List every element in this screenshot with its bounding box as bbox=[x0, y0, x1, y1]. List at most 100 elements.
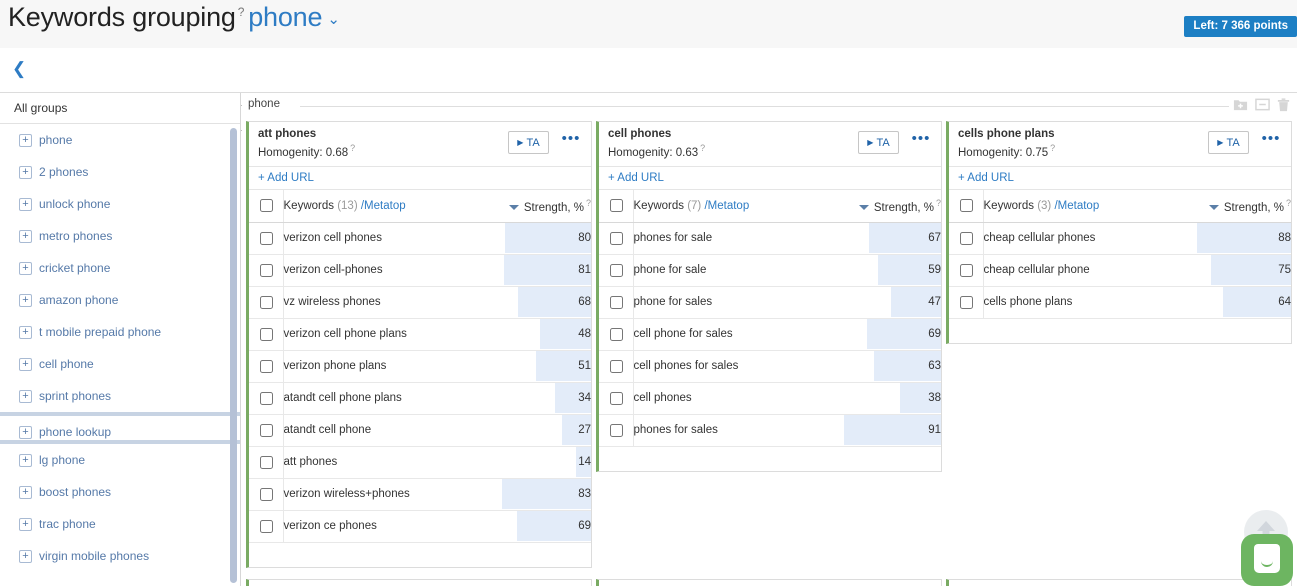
metatop-link[interactable]: /Metatop bbox=[704, 200, 749, 212]
expand-icon[interactable]: + bbox=[19, 230, 32, 244]
expand-icon[interactable]: + bbox=[19, 134, 32, 148]
sidebar-item-cell-phone[interactable]: + cell phone bbox=[0, 348, 240, 380]
table-row[interactable]: cheap cellular phone 75 bbox=[949, 254, 1291, 287]
table-row[interactable]: verizon cell phones 80 bbox=[249, 222, 591, 255]
row-checkbox[interactable] bbox=[609, 231, 623, 245]
row-checkbox[interactable] bbox=[259, 295, 273, 309]
sidebar-item-boost-phones[interactable]: + boost phones bbox=[0, 476, 240, 508]
text-analysis-button[interactable]: ▶ TA bbox=[508, 131, 549, 154]
help-icon[interactable]: ? bbox=[1286, 198, 1291, 208]
row-checkbox[interactable] bbox=[259, 455, 273, 469]
table-row[interactable]: verizon wireless+phones 83 bbox=[249, 478, 591, 511]
table-row[interactable]: cell phones for sales 63 bbox=[599, 350, 941, 383]
sidebar-item-phone-lookup[interactable]: + phone lookup bbox=[0, 412, 240, 444]
add-url-link[interactable]: + Add URL bbox=[599, 167, 941, 190]
row-checkbox[interactable] bbox=[259, 327, 273, 341]
table-row[interactable]: cell phones 38 bbox=[599, 382, 941, 415]
row-checkbox[interactable] bbox=[259, 263, 273, 277]
metatop-link[interactable]: /Metatop bbox=[1054, 200, 1099, 212]
select-all-checkbox[interactable] bbox=[959, 199, 973, 213]
row-checkbox[interactable] bbox=[959, 295, 973, 309]
sidebar-item-amazon-phone[interactable]: + amazon phone bbox=[0, 284, 240, 316]
expand-icon[interactable]: + bbox=[19, 166, 32, 180]
expand-icon[interactable]: + bbox=[19, 426, 32, 440]
sidebar-item-2-phones[interactable]: +2 phones bbox=[0, 156, 240, 188]
project-name-link[interactable]: phone bbox=[248, 2, 322, 32]
chevron-down-icon[interactable]: ⌄ bbox=[327, 10, 340, 28]
sidebar-item-unlock-phone[interactable]: + unlock phone bbox=[0, 188, 240, 220]
table-row[interactable]: verizon ce phones 69 bbox=[249, 510, 591, 543]
collapse-icon[interactable] bbox=[1255, 97, 1270, 112]
strength-header[interactable]: Strength, %? bbox=[484, 190, 591, 223]
table-row[interactable]: atandt cell phone 27 bbox=[249, 414, 591, 447]
keywords-header[interactable]: Keywords (7) /Metatop bbox=[633, 190, 834, 223]
title-help-icon[interactable]: ? bbox=[238, 5, 245, 19]
row-checkbox[interactable] bbox=[959, 231, 973, 245]
expand-icon[interactable]: + bbox=[19, 262, 32, 276]
sidebar-scrollbar[interactable] bbox=[230, 128, 237, 583]
strength-header[interactable]: Strength, %? bbox=[834, 190, 941, 223]
expand-icon[interactable]: + bbox=[19, 518, 32, 532]
help-icon[interactable]: ? bbox=[1050, 143, 1055, 153]
row-checkbox[interactable] bbox=[259, 423, 273, 437]
row-checkbox[interactable] bbox=[609, 391, 623, 405]
row-checkbox[interactable] bbox=[259, 359, 273, 373]
add-url-link[interactable]: + Add URL bbox=[249, 167, 591, 190]
table-row[interactable]: cells phone plans 64 bbox=[949, 286, 1291, 319]
select-all-checkbox[interactable] bbox=[609, 199, 623, 213]
sidebar-item-t-mobile-prepaid-phone[interactable]: + t mobile prepaid phone bbox=[0, 316, 240, 348]
row-checkbox[interactable] bbox=[609, 295, 623, 309]
help-icon[interactable]: ? bbox=[350, 143, 355, 153]
table-row[interactable]: phones for sales 91 bbox=[599, 414, 941, 447]
row-checkbox[interactable] bbox=[259, 487, 273, 501]
more-options-icon[interactable]: ••• bbox=[910, 131, 932, 150]
help-icon[interactable]: ? bbox=[936, 198, 941, 208]
help-icon[interactable]: ? bbox=[700, 143, 705, 153]
table-row[interactable]: verizon cell-phones 81 bbox=[249, 254, 591, 287]
table-row[interactable]: phone for sales 47 bbox=[599, 286, 941, 319]
sidebar-item-phone[interactable]: + phone bbox=[0, 124, 240, 156]
expand-icon[interactable]: + bbox=[19, 358, 32, 372]
row-checkbox[interactable] bbox=[609, 359, 623, 373]
expand-icon[interactable]: + bbox=[19, 294, 32, 308]
table-row[interactable]: verizon phone plans 51 bbox=[249, 350, 591, 383]
row-checkbox[interactable] bbox=[959, 263, 973, 277]
sidebar-item-virgin-mobile-phones[interactable]: + virgin mobile phones bbox=[0, 540, 240, 572]
table-row[interactable]: verizon cell phone plans 48 bbox=[249, 318, 591, 351]
row-checkbox[interactable] bbox=[259, 519, 273, 533]
help-icon[interactable]: ? bbox=[586, 198, 591, 208]
add-url-link[interactable]: + Add URL bbox=[949, 167, 1291, 190]
text-analysis-button[interactable]: ▶ TA bbox=[1208, 131, 1249, 154]
sidebar-item-lg-phone[interactable]: + lg phone bbox=[0, 444, 240, 476]
metatop-link[interactable]: /Metatop bbox=[361, 200, 406, 212]
row-checkbox[interactable] bbox=[609, 327, 623, 341]
table-row[interactable]: cell phone for sales 69 bbox=[599, 318, 941, 351]
table-row[interactable]: cheap cellular phones 88 bbox=[949, 222, 1291, 255]
row-checkbox[interactable] bbox=[259, 231, 273, 245]
row-checkbox[interactable] bbox=[259, 391, 273, 405]
expand-icon[interactable]: + bbox=[19, 326, 32, 340]
chat-widget-button[interactable] bbox=[1241, 534, 1293, 586]
table-row[interactable]: vz wireless phones 68 bbox=[249, 286, 591, 319]
expand-icon[interactable]: + bbox=[19, 454, 32, 468]
more-options-icon[interactable]: ••• bbox=[1260, 131, 1282, 150]
back-chevron-icon[interactable]: ❮ bbox=[12, 59, 28, 79]
row-checkbox[interactable] bbox=[609, 423, 623, 437]
keywords-header[interactable]: Keywords (13) /Metatop bbox=[283, 190, 484, 223]
table-row[interactable]: phones for sale 67 bbox=[599, 222, 941, 255]
text-analysis-button[interactable]: ▶ TA bbox=[858, 131, 899, 154]
strength-header[interactable]: Strength, %? bbox=[1184, 190, 1291, 223]
table-row[interactable]: atandt cell phone plans 34 bbox=[249, 382, 591, 415]
more-options-icon[interactable]: ••• bbox=[560, 131, 582, 150]
trash-icon[interactable] bbox=[1276, 97, 1291, 112]
sidebar-item-trac-phone[interactable]: + trac phone bbox=[0, 508, 240, 540]
add-folder-icon[interactable] bbox=[1233, 97, 1248, 112]
sidebar-item-cricket-phone[interactable]: + cricket phone bbox=[0, 252, 240, 284]
expand-icon[interactable]: + bbox=[19, 486, 32, 500]
select-all-checkbox[interactable] bbox=[259, 199, 273, 213]
row-checkbox[interactable] bbox=[609, 263, 623, 277]
keywords-header[interactable]: Keywords (3) /Metatop bbox=[983, 190, 1184, 223]
sidebar-item-metro-phones[interactable]: + metro phones bbox=[0, 220, 240, 252]
sidebar-item-sprint-phones[interactable]: + sprint phones bbox=[0, 380, 240, 412]
expand-icon[interactable]: + bbox=[19, 198, 32, 212]
